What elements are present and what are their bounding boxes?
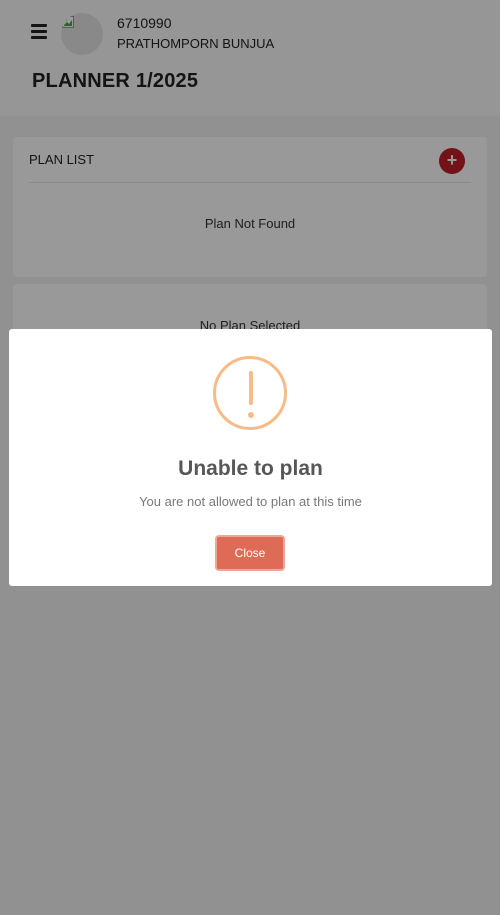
- warning-icon: [213, 356, 287, 430]
- close-button[interactable]: Close: [215, 535, 285, 571]
- dialog-message: You are not allowed to plan at this time: [139, 494, 362, 509]
- dialog-title: Unable to plan: [178, 457, 323, 480]
- alert-dialog: Unable to plan You are not allowed to pl…: [9, 329, 492, 586]
